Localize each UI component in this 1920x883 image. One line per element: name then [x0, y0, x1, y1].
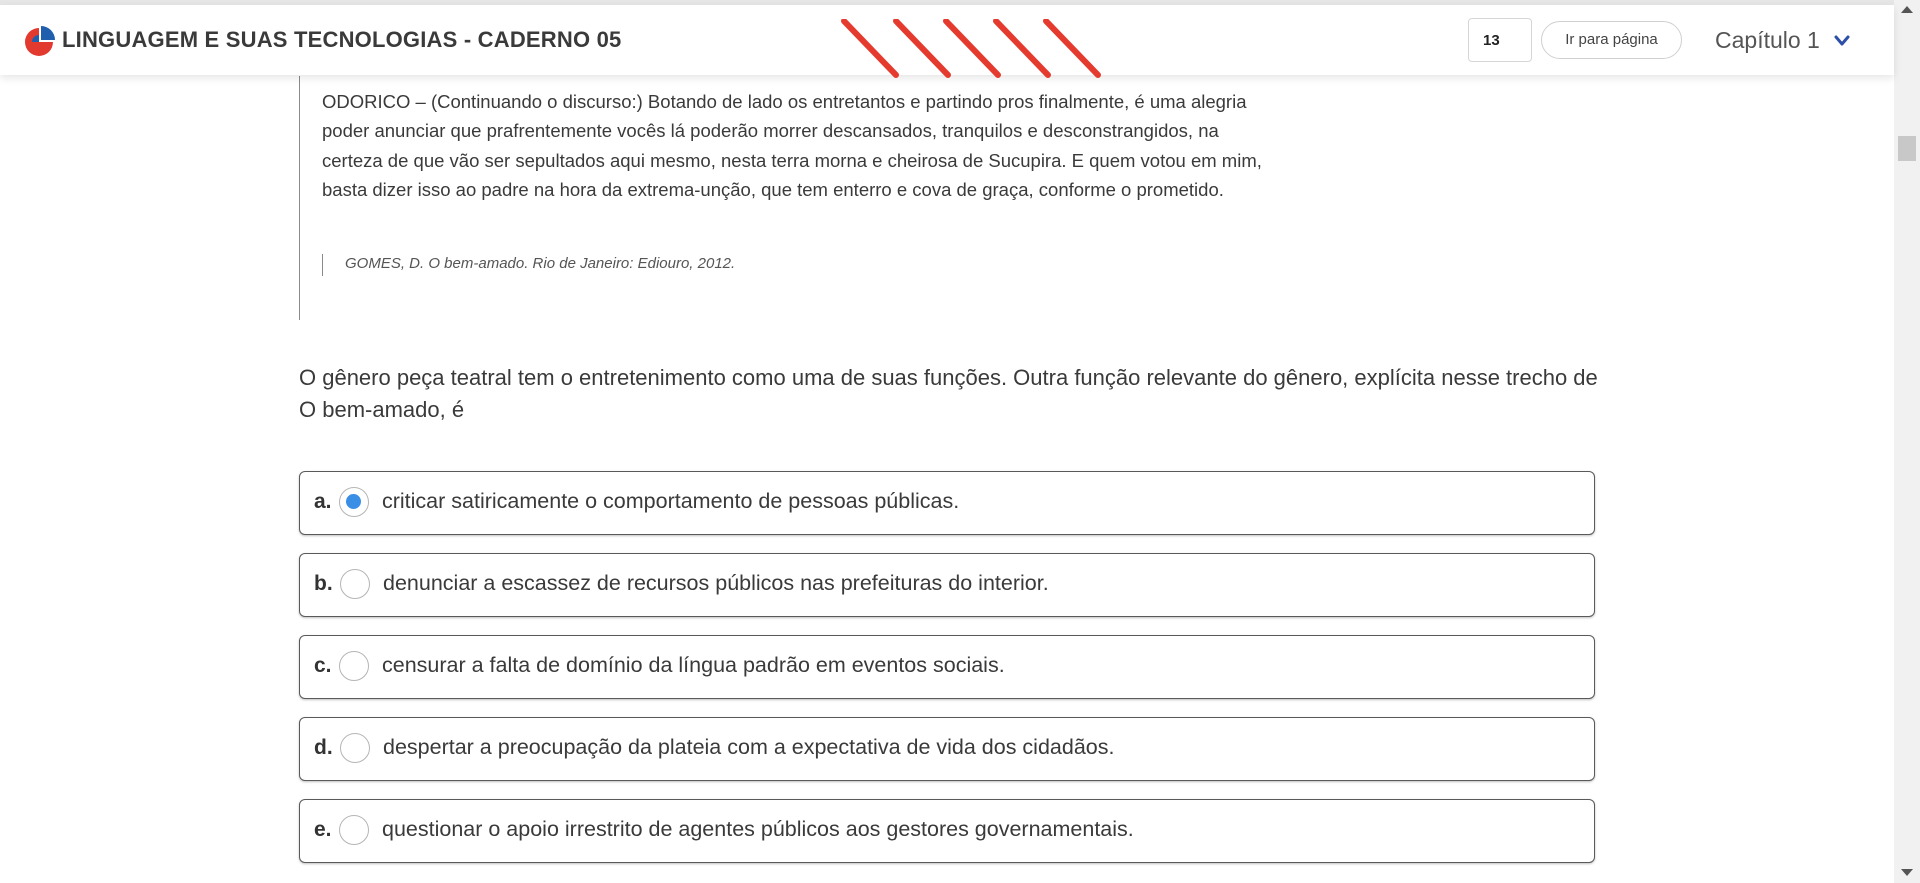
radio-button[interactable] — [340, 733, 370, 763]
reference-border — [322, 254, 323, 276]
option-text: despertar a preocupação da plateia com a… — [383, 735, 1115, 759]
radio-button[interactable] — [339, 815, 369, 845]
chapter-selector[interactable]: Capítulo 1 — [1715, 27, 1820, 54]
option-c[interactable]: c. censurar a falta de domínio da língua… — [299, 635, 1595, 699]
option-b[interactable]: b. denunciar a escassez de recursos públ… — [299, 553, 1595, 617]
radio-button[interactable] — [339, 487, 369, 517]
option-text: criticar satiricamente o comportamento d… — [382, 489, 960, 513]
header-bar: LINGUAGEM E SUAS TECNOLOGIAS - CADERNO 0… — [0, 5, 1894, 78]
page-number-input[interactable] — [1468, 18, 1532, 62]
quote-border — [299, 76, 300, 320]
passage-reference: GOMES, D. O bem-amado. Rio de Janeiro: E… — [345, 255, 736, 272]
radio-button[interactable] — [340, 569, 370, 599]
option-text: censurar a falta de domínio da língua pa… — [382, 653, 1005, 677]
decorative-stripes — [841, 19, 1101, 78]
chevron-down-icon[interactable] — [1834, 35, 1850, 47]
option-letter: b. — [314, 572, 333, 595]
option-letter: c. — [314, 654, 332, 677]
goto-page-button[interactable]: Ir para página — [1541, 21, 1682, 59]
passage-text: ODORICO – (Continuando o discurso:) Bota… — [322, 91, 1262, 200]
option-letter: e. — [314, 818, 332, 841]
scroll-up-arrow-icon[interactable] — [1901, 6, 1913, 13]
option-text: questionar o apoio irrestrito de agentes… — [382, 817, 1134, 841]
scroll-down-arrow-icon[interactable] — [1901, 869, 1913, 876]
question-prompt: O gênero peça teatral tem o entretenimen… — [299, 365, 1598, 422]
radio-button[interactable] — [339, 651, 369, 681]
option-d[interactable]: d. despertar a preocupação da plateia co… — [299, 717, 1595, 781]
vertical-scrollbar[interactable] — [1894, 0, 1920, 883]
logo-icon — [25, 26, 55, 56]
option-letter: d. — [314, 736, 333, 759]
option-letter: a. — [314, 490, 332, 513]
option-text: denunciar a escassez de recursos público… — [383, 571, 1049, 595]
scrollbar-thumb[interactable] — [1898, 136, 1916, 161]
option-e[interactable]: e. questionar o apoio irrestrito de agen… — [299, 799, 1595, 863]
option-a[interactable]: a. criticar satiricamente o comportament… — [299, 471, 1595, 535]
page-title: LINGUAGEM E SUAS TECNOLOGIAS - CADERNO 0… — [62, 27, 622, 52]
